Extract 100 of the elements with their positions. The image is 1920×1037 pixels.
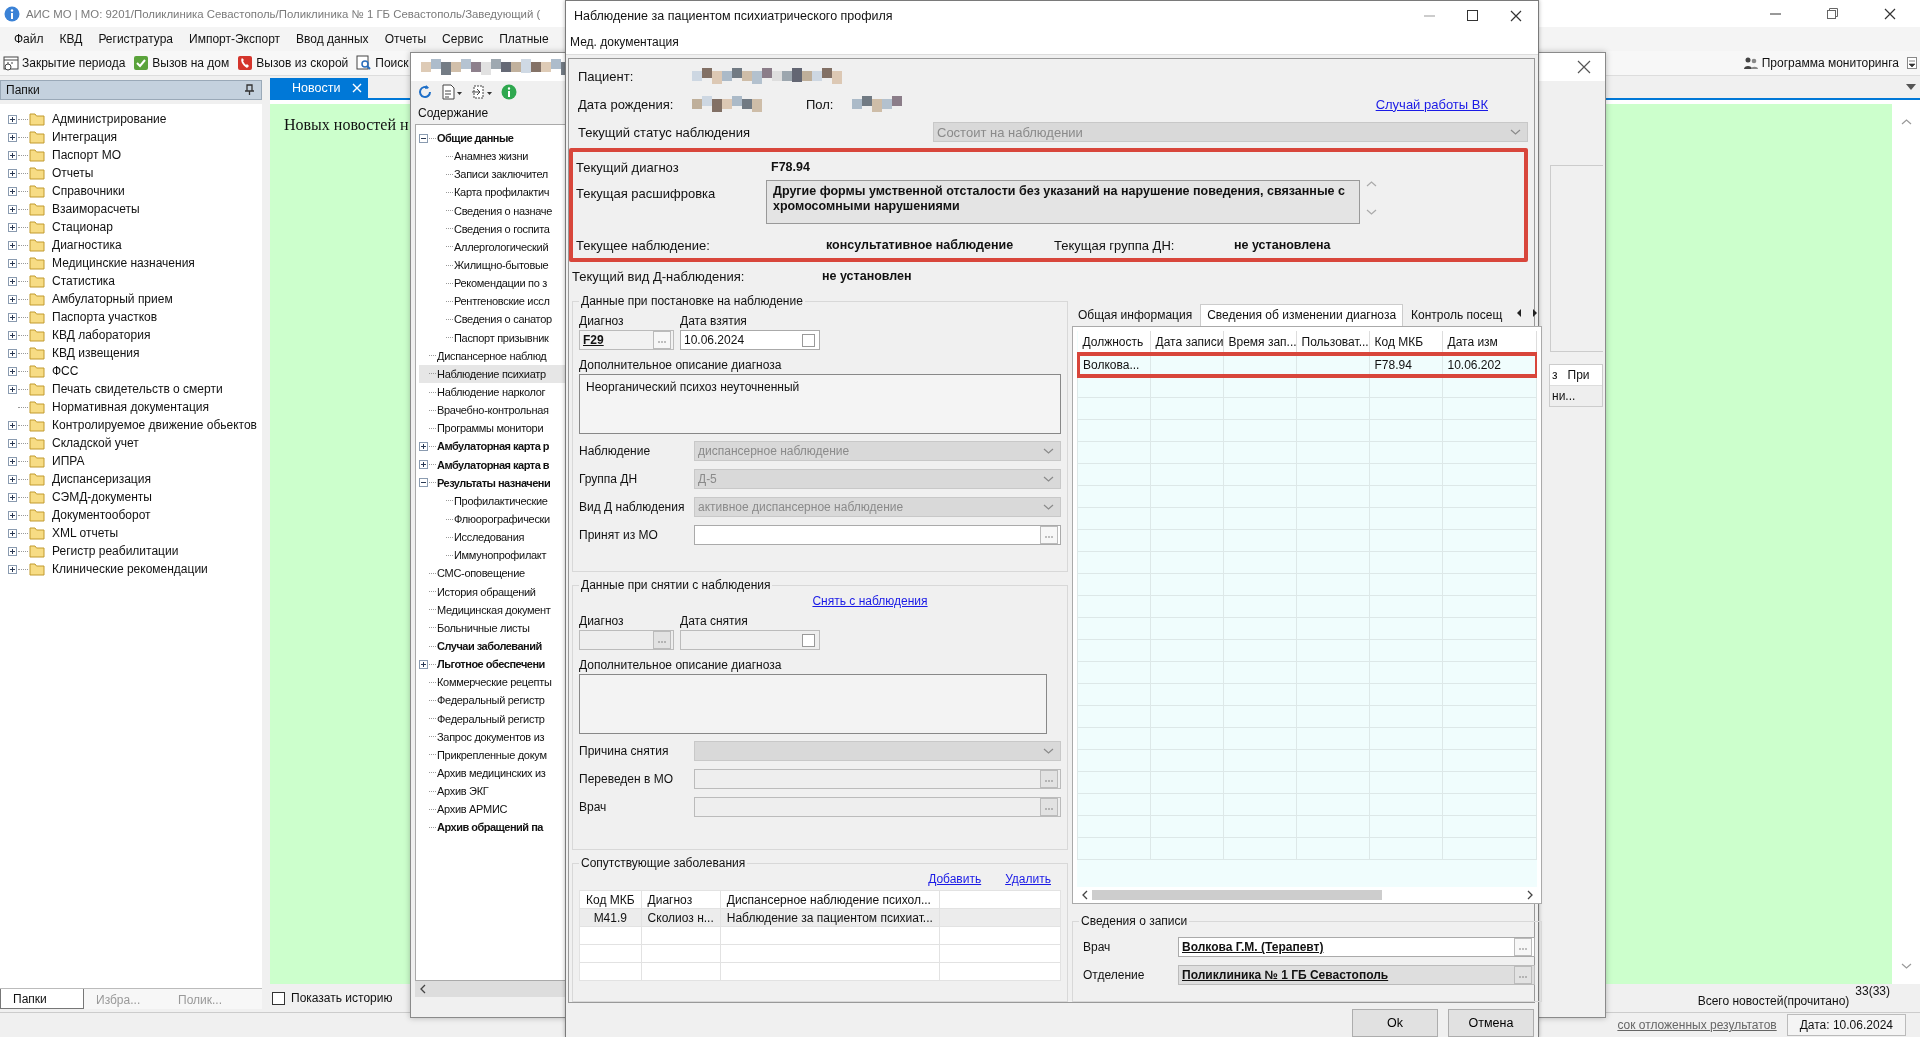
folder-item[interactable]: КВД извещения <box>0 344 262 362</box>
close-icon[interactable] <box>1510 9 1522 22</box>
tab[interactable]: Сведения об изменении диагноза <box>1200 304 1404 326</box>
refresh-icon[interactable] <box>417 84 433 100</box>
link[interactable]: Снять с наблюдения <box>812 594 928 610</box>
column-header[interactable]: При <box>1567 368 1590 382</box>
scroll-right-icon[interactable] <box>1526 890 1534 900</box>
date-field[interactable]: 10.06.2024 <box>680 330 820 350</box>
expand-icon[interactable] <box>8 186 17 196</box>
expand-icon[interactable] <box>8 222 17 232</box>
folder-item[interactable]: Контролируемое движение обьектов <box>0 416 262 434</box>
folder-item[interactable]: Документооборот <box>0 506 262 524</box>
column-header[interactable]: з <box>1552 368 1558 382</box>
folder-item[interactable]: Отчеты <box>0 164 262 182</box>
table-row[interactable]: M41.9 Сколиоз н... Наблюдение за пациентом психиат... <box>579 908 1061 927</box>
collapse-icon[interactable] <box>419 478 428 488</box>
folder-item[interactable]: ФСС <box>0 362 262 380</box>
expand-icon[interactable] <box>8 348 17 358</box>
toolbar-button[interactable]: Вызов на дом <box>133 55 230 71</box>
link[interactable]: сок отложенных результатов <box>1617 1018 1777 1032</box>
toolbar-button[interactable]: Закрытие периода <box>3 55 126 71</box>
calendar-button[interactable] <box>802 633 815 647</box>
column-header[interactable]: Пользоват... <box>1296 331 1369 354</box>
folder-item[interactable]: Нормативная документация <box>0 398 262 416</box>
date-field[interactable] <box>680 630 820 650</box>
collapse-icon[interactable] <box>419 133 428 143</box>
expand-icon[interactable] <box>419 659 428 669</box>
expand-icon[interactable] <box>8 150 17 160</box>
expand-icon[interactable] <box>8 420 17 430</box>
folder-item[interactable]: Стационар <box>0 218 262 236</box>
scroll-left-icon[interactable] <box>1081 890 1088 900</box>
expand-icon[interactable] <box>8 114 17 124</box>
expand-icon[interactable] <box>8 204 17 214</box>
expand-icon[interactable] <box>8 294 17 304</box>
folder-item[interactable]: Статистика <box>0 272 262 290</box>
column-header[interactable]: Код МКБ <box>579 890 642 909</box>
folder-item[interactable]: Складской учет <box>0 434 262 452</box>
export-menu-icon[interactable] <box>471 84 493 100</box>
restore-icon[interactable] <box>1827 8 1838 19</box>
button[interactable]: Отмена <box>1448 1009 1534 1037</box>
text-area[interactable]: Неорганический психоз неуточненный <box>579 374 1061 434</box>
folder-item[interactable]: Администрирование <box>0 110 262 128</box>
folder-item[interactable]: Диагностика <box>0 236 262 254</box>
tab-scroll-left-icon[interactable] <box>1515 308 1524 318</box>
expand-icon[interactable] <box>8 456 17 466</box>
folder-item[interactable]: Паспорт МО <box>0 146 262 164</box>
expand-icon[interactable] <box>8 168 17 178</box>
expand-icon[interactable] <box>8 132 17 142</box>
link[interactable]: Случай работы ВК <box>1375 96 1488 112</box>
tab-scroll-right-icon[interactable] <box>1531 308 1540 318</box>
column-header[interactable]: Дата изм <box>1442 331 1537 354</box>
input-field[interactable]: F29 <box>579 330 674 350</box>
panel-tab[interactable]: Папки <box>0 989 84 1009</box>
maximize-icon[interactable] <box>1467 10 1478 21</box>
input-field[interactable]: Поликлиника № 1 ГБ Севастополь <box>1178 965 1536 985</box>
scroll-up-icon[interactable] <box>1900 118 1912 125</box>
link[interactable]: Добавить <box>928 872 982 888</box>
column-header[interactable]: Диагноз <box>641 890 721 909</box>
expand-icon[interactable] <box>419 441 428 451</box>
expand-icon[interactable] <box>8 564 17 574</box>
close-icon[interactable] <box>1884 7 1896 20</box>
expand-icon[interactable] <box>8 240 17 250</box>
menu-item[interactable]: Отчеты <box>375 32 434 46</box>
info-icon[interactable] <box>501 84 517 100</box>
document-menu-icon[interactable] <box>441 84 463 100</box>
expand-icon[interactable] <box>8 366 17 376</box>
column-header[interactable]: Код МКБ <box>1369 331 1442 354</box>
expand-icon[interactable] <box>8 258 17 268</box>
folder-item[interactable]: Медицинские назначения <box>0 254 262 272</box>
menu-item[interactable]: Файл <box>5 32 51 46</box>
menu-item[interactable]: КВД <box>50 32 90 46</box>
expand-icon[interactable] <box>8 474 17 484</box>
menu-item[interactable]: Мед. документация <box>566 35 683 49</box>
menu-item[interactable]: Сервис <box>433 32 491 46</box>
expand-icon[interactable] <box>8 528 17 538</box>
folder-item[interactable]: КВД лаборатория <box>0 326 262 344</box>
toolbar-button[interactable]: Вызов из скорой <box>237 55 349 71</box>
folder-item[interactable]: Клинические рекомендации <box>0 560 262 578</box>
scroll-left-icon[interactable] <box>419 984 426 994</box>
expand-icon[interactable] <box>8 510 17 520</box>
expand-icon[interactable] <box>8 492 17 502</box>
toolbar-overflow-icon[interactable] <box>1907 57 1917 69</box>
pin-icon[interactable] <box>244 84 255 96</box>
menu-item[interactable]: Регистратура <box>89 32 181 46</box>
expand-icon[interactable] <box>8 384 17 394</box>
checkbox[interactable] <box>272 991 285 1005</box>
close-icon[interactable] <box>1577 60 1591 74</box>
tab[interactable]: Новости <box>270 78 369 98</box>
folder-item[interactable]: Справочники <box>0 182 262 200</box>
table-row[interactable]: Волкова... F78.94 10.06.202 <box>1077 353 1537 376</box>
input-field[interactable]: Волкова Г.М. (Терапевт) <box>1178 937 1536 957</box>
expand-icon[interactable] <box>8 438 17 448</box>
folder-item[interactable]: XML отчеты <box>0 524 262 542</box>
column-header[interactable]: Должность <box>1077 331 1150 354</box>
menu-item[interactable]: Платные <box>490 32 556 46</box>
column-header[interactable]: Дата записи <box>1150 331 1223 354</box>
toolbar-button[interactable]: Программа мониторинга <box>1742 55 1899 71</box>
folder-item[interactable]: Печать свидетельств о смерти <box>0 380 262 398</box>
folder-item[interactable]: СЭМД-документы <box>0 488 262 506</box>
calendar-button[interactable] <box>802 333 815 347</box>
